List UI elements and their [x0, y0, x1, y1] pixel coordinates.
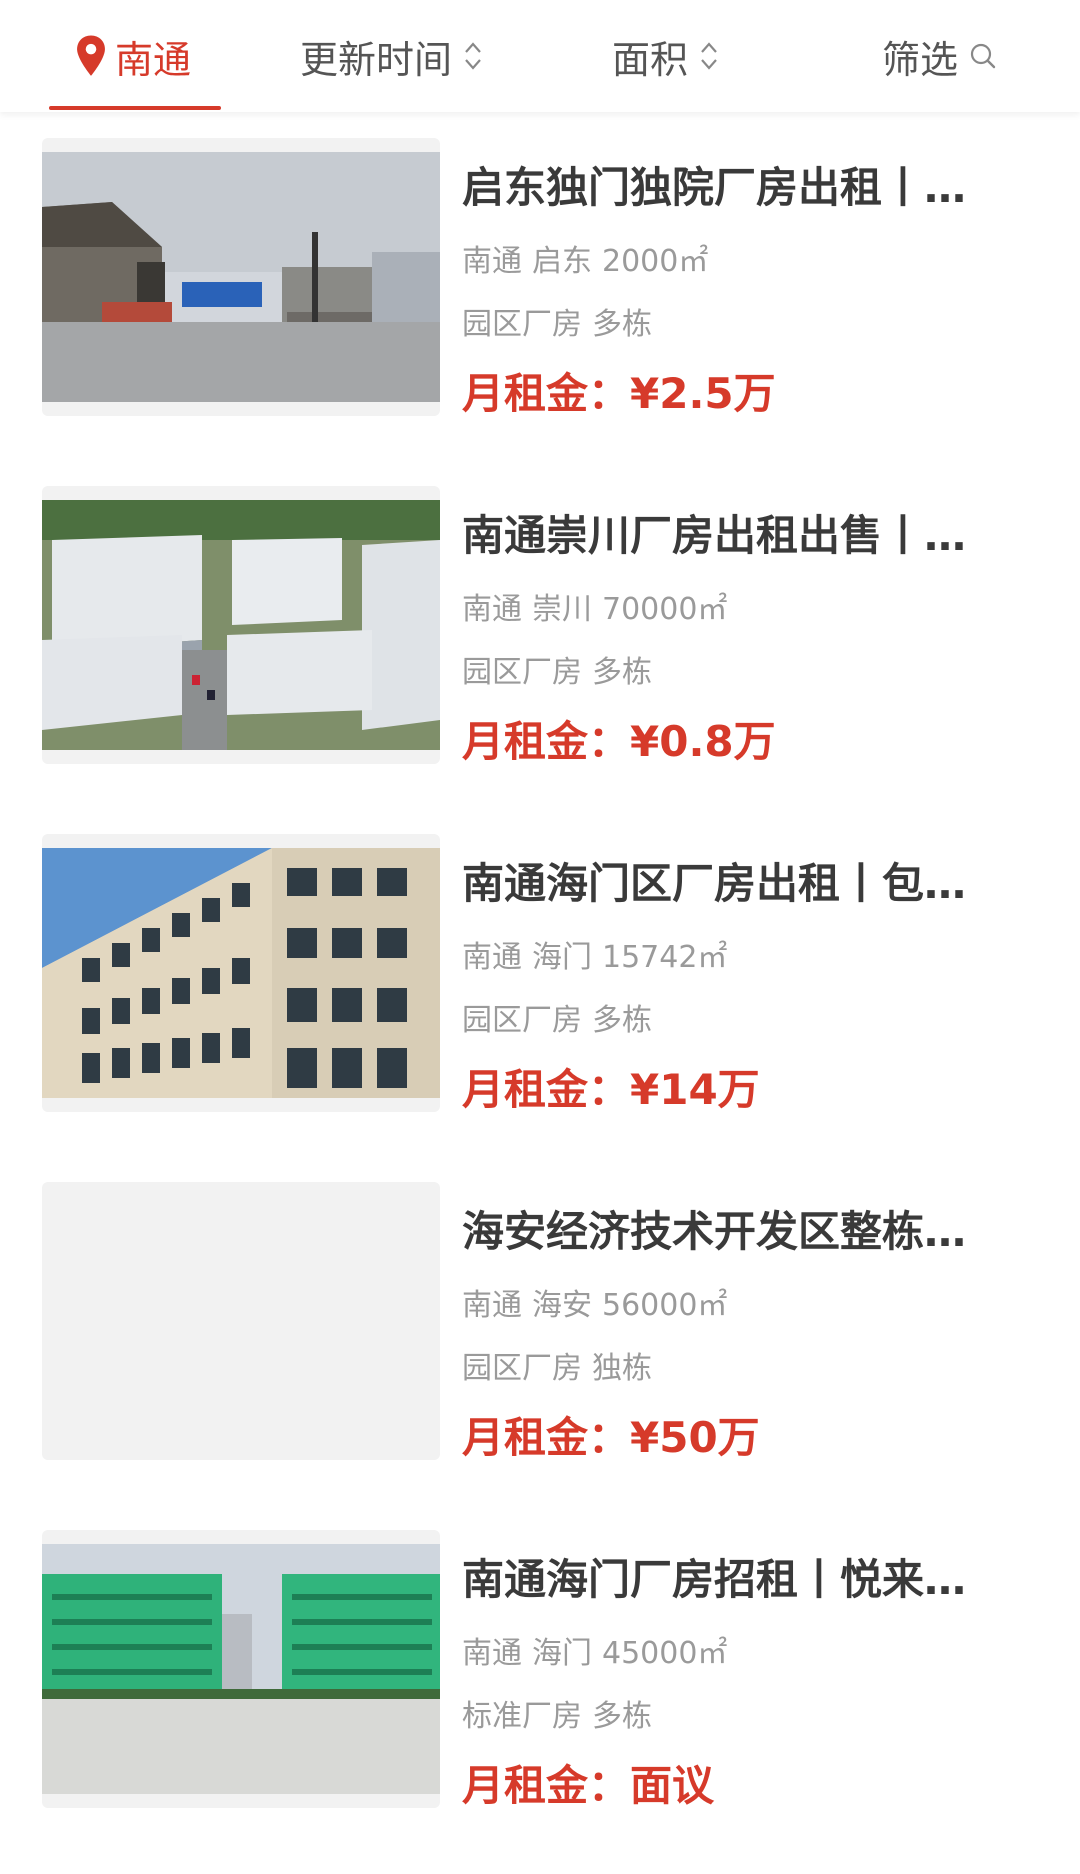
listing-title: 南通海门区厂房出租丨包办证照 [462, 859, 1002, 908]
listing-location: 南通 崇川 70000㎡ [462, 592, 728, 627]
listing-title: 启东独门独院厂房出租丨厂房带办公楼 [462, 163, 1002, 212]
listing-tags: 标准厂房 多栋 [462, 1699, 652, 1734]
listing-price: 月租金：¥0.8万 [462, 717, 776, 766]
listing-card[interactable]: 启东独门独院厂房出租丨厂房带办公楼 南通启东2000㎡ 园区厂房多栋 月租金：¥… [0, 138, 1080, 418]
listing-card[interactable]: 海安经济技术开发区整栋厂房出租 南通海安56000㎡ 园区厂房独栋 月租金：¥5… [0, 1182, 1080, 1462]
factory-building-image [42, 848, 440, 1098]
listing-photo [42, 486, 440, 764]
city-label: 南通 [115, 37, 192, 82]
listing-price: 月租金：¥14万 [462, 1065, 760, 1114]
listing-location: 南通 启东 2000㎡ [462, 244, 709, 279]
sort-updown-icon [701, 42, 717, 70]
listing-tags: 园区厂房 独栋 [462, 1351, 652, 1386]
listing-card[interactable]: 南通海门区厂房出租丨包办证照 南通 海门 15742㎡ 园区厂房 多栋 月租金：¥14… [0, 834, 1080, 1114]
active-tab-indicator [49, 106, 221, 110]
sort-area[interactable]: 面积 [612, 0, 720, 112]
listing-photo [42, 1530, 440, 1808]
listing-title: 海安经济技术开发区整栋厂房出租 [462, 1207, 1002, 1256]
listing-tags: 园区厂房 多栋 [462, 655, 652, 690]
sort-update-label: 更新时间 [300, 37, 453, 82]
listing-location: 南通 海门 45000㎡ [462, 1636, 728, 1671]
listing-price: 月租金：¥2.5万 [462, 369, 776, 418]
listing-photo [42, 138, 440, 416]
listing-card[interactable]: 南通崇川厂房出租出售丨园区厂房 南通崇川70000㎡ 园区厂房多栋 月租金：¥0… [0, 486, 1080, 766]
listing-tags: 园区厂房 多栋 [462, 307, 652, 342]
sort-area-label: 面积 [612, 37, 689, 82]
listing-card[interactable]: 南通海门厂房招租丨悦来镇园区 南通 海门 45000㎡ 标准厂房 多栋 月租金：面议 [0, 1530, 1080, 1810]
location-pin-icon [77, 35, 105, 76]
listing-price: 月租金：面议 [462, 1761, 715, 1810]
sort-updown-icon [465, 42, 481, 70]
filter-button[interactable]: 筛选 [882, 0, 998, 112]
listing-tags: 园区厂房 多栋 [462, 1003, 652, 1038]
listing-title: 南通崇川厂房出租出售丨园区厂房 [462, 511, 1002, 560]
filter-bar: 南通 更新时间 面积 筛选 [0, 0, 1080, 112]
city-selector[interactable]: 南通 [73, 0, 191, 112]
listing-location: 南通 海门 15742㎡ [462, 940, 728, 975]
listing-location: 南通 海安 56000㎡ [462, 1288, 728, 1323]
green-factory-buildings-image [42, 1544, 440, 1794]
listing-photo [42, 834, 440, 1112]
search-icon [970, 43, 996, 69]
listing-photo-placeholder [42, 1182, 440, 1460]
listing-price: 月租金：¥50万 [462, 1413, 760, 1462]
listing-title: 南通海门厂房招租丨悦来镇园区 [462, 1555, 1002, 1604]
sort-update-time[interactable]: 更新时间 [300, 0, 484, 112]
industrial-park-aerial-image [42, 500, 440, 750]
filter-label: 筛选 [882, 37, 959, 82]
factory-gate-image [42, 152, 440, 402]
